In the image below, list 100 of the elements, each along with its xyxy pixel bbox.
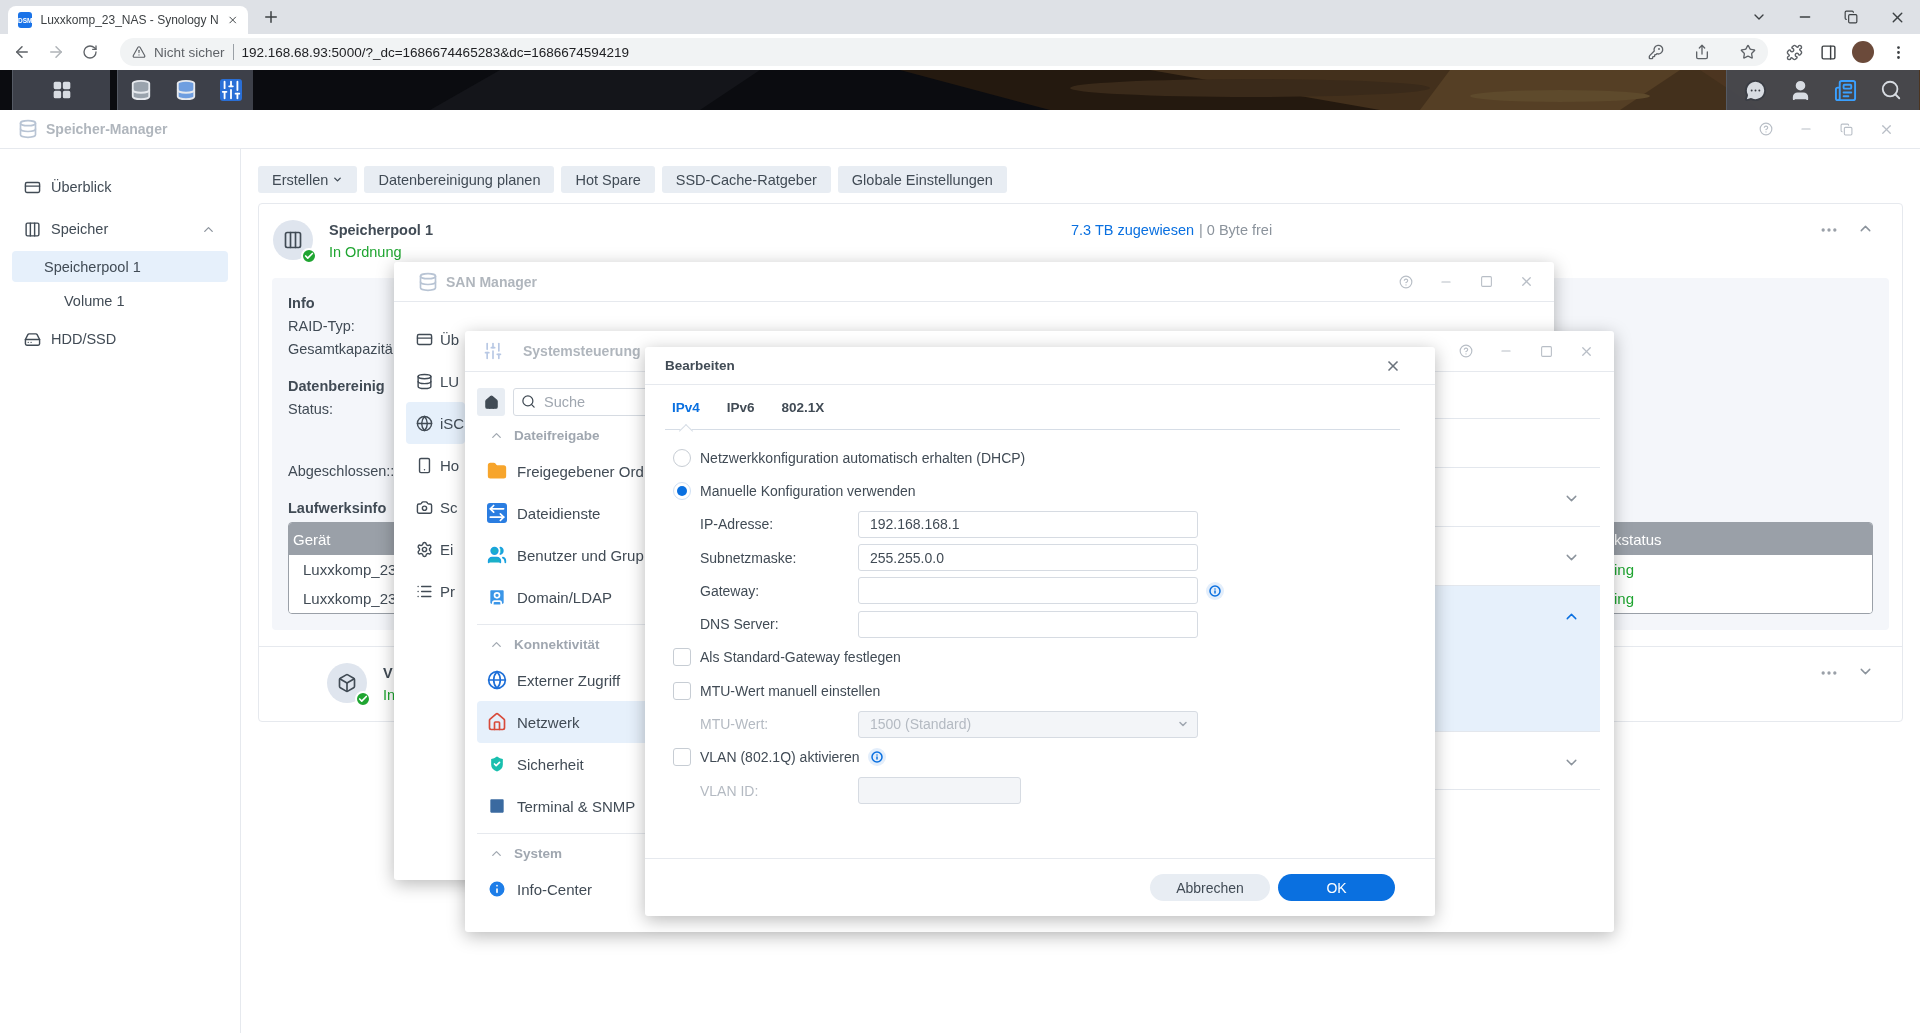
cancel-button[interactable]: Abbrechen (1150, 874, 1270, 901)
chat-icon[interactable] (1744, 78, 1767, 102)
widget-icon[interactable] (1834, 78, 1857, 102)
field-label: Gateway: (699, 582, 761, 599)
database-icon[interactable] (174, 79, 197, 101)
status-text: In (383, 687, 396, 703)
avatar[interactable] (1852, 41, 1874, 63)
maximize-icon[interactable] (1479, 275, 1493, 288)
checkbox[interactable] (673, 648, 691, 667)
home-button[interactable] (477, 388, 505, 416)
sidebar-item[interactable]: Überblick (12, 167, 228, 207)
field-label: MTU-Wert: (699, 716, 770, 732)
search-icon (521, 394, 536, 409)
table-cell: Luxxkomp_23 (303, 561, 397, 578)
reload-icon[interactable] (82, 44, 98, 60)
home-icon (483, 394, 499, 410)
help-icon[interactable] (1399, 274, 1413, 289)
back-icon[interactable] (13, 43, 31, 61)
house-icon (487, 712, 507, 732)
sidebar-item[interactable]: LU (406, 360, 465, 402)
database-icon (18, 119, 38, 139)
puzzle-icon[interactable] (1785, 43, 1803, 61)
status-text: In Ordnung (329, 244, 402, 260)
caret-icon (332, 174, 344, 185)
address-bar[interactable]: Nicht sicher 192.168.68.93:5000/?_dc=1686674465283&dc=1686674594219 (120, 38, 1768, 66)
check-badge-icon (301, 248, 317, 264)
toolbar-button[interactable]: Erstellen (258, 166, 358, 193)
sidebar-item[interactable]: Ho (406, 444, 465, 486)
sidebar-item[interactable]: Sc (406, 486, 465, 528)
search-icon[interactable] (1879, 79, 1902, 101)
column-header: Gerät (293, 530, 331, 548)
field-label: Subnetzmaske: (699, 549, 798, 566)
allocated-link[interactable]: 7.3 TB zugewiesen (1071, 222, 1195, 238)
field-label: IP-Adresse: (699, 516, 775, 533)
tab-title: Luxxkomp_23_NAS - Synology N (40, 13, 219, 27)
share-icon[interactable] (1694, 44, 1710, 60)
checkbox[interactable] (673, 681, 691, 700)
sidebar-item[interactable]: HDD/SSD (12, 319, 228, 359)
drive-icon (24, 330, 41, 348)
main-menu-icon[interactable] (51, 80, 72, 100)
sliders-icon[interactable] (219, 79, 242, 101)
globe-icon (416, 414, 433, 432)
radio-button[interactable] (673, 481, 691, 500)
group-heading: Konnektivität (514, 636, 600, 652)
option-label: VLAN (802.1Q) aktivieren (700, 749, 860, 766)
info-icon[interactable] (867, 748, 886, 767)
info-icon[interactable] (1206, 581, 1224, 600)
detail-label: Abgeschlossen:: (288, 462, 395, 481)
folder-icon (487, 461, 507, 481)
radio-button[interactable] (673, 448, 691, 467)
sidebar-item[interactable]: Ei (406, 528, 465, 570)
window-title: Speicher-Manager (46, 121, 168, 137)
restore-icon[interactable] (1844, 10, 1858, 24)
transfer-icon (487, 503, 507, 523)
checkbox[interactable] (673, 748, 691, 767)
warning-icon (132, 45, 146, 59)
sidebar-item[interactable]: Üb (406, 318, 465, 360)
sidebar-item[interactable]: Speicherpool 1 (12, 251, 228, 282)
star-icon[interactable] (1740, 44, 1756, 60)
toolbar-button[interactable]: Datenbereinigung planen (364, 166, 555, 193)
field-label: VLAN ID: (699, 782, 760, 799)
option-label: Netzwerkkonfiguration automatisch erhalten (DHCP) (700, 449, 1026, 466)
close-icon[interactable] (226, 13, 238, 27)
option-label: MTU-Wert manuell einstellen (700, 682, 881, 699)
section-heading: Laufwerksinfo (288, 499, 387, 518)
toolbar-button[interactable]: Hot Spare (561, 166, 655, 193)
tab[interactable]: 802.1X (776, 384, 837, 430)
forward-icon[interactable] (47, 43, 65, 61)
input-field[interactable]: 192.168.168.1 (858, 510, 1198, 538)
input-field[interactable] (858, 610, 1198, 638)
help-icon[interactable] (1759, 122, 1773, 136)
ok-button[interactable]: OK (1278, 874, 1395, 901)
security-label: Nicht sicher (154, 44, 225, 60)
pool-name: Speicherpool 1 (329, 222, 433, 238)
volume-icon (327, 663, 367, 703)
sliders-icon (483, 341, 503, 361)
tab[interactable]: IPv6 (721, 384, 767, 430)
table-cell: ing (1614, 561, 1635, 578)
input-field[interactable]: 255.255.0.0 (858, 544, 1198, 572)
group-heading: System (514, 845, 563, 861)
sidebar-item[interactable]: Volume 1 (12, 285, 228, 316)
toolbar-button[interactable]: SSD-Cache-Ratgeber (661, 166, 831, 193)
sidebar-item[interactable]: Pr (406, 570, 465, 612)
new-tab-icon[interactable] (262, 8, 280, 26)
option-label: Als Standard-Gateway festlegen (700, 649, 901, 666)
key-icon[interactable] (1648, 44, 1664, 60)
sidebar-item[interactable]: Speicher (12, 209, 228, 249)
database-icon[interactable] (129, 79, 152, 101)
sidebar-item[interactable]: iSC (406, 402, 465, 444)
input-field[interactable] (858, 577, 1198, 605)
camera-icon (416, 498, 433, 516)
dialog-title: Bearbeiten (665, 358, 735, 373)
help-icon[interactable] (1459, 344, 1473, 358)
maximize-icon[interactable] (1539, 344, 1553, 358)
pool-icon (273, 220, 313, 260)
side-panel-icon[interactable] (1819, 43, 1837, 61)
url-text: 192.168.68.93:5000/?_dc=1686674465283&dc=1686674594219 (241, 44, 630, 60)
toolbar-button[interactable]: Globale Einstellungen (837, 166, 1007, 193)
group-heading: Dateifreigabe (514, 427, 600, 443)
globe-icon (487, 670, 507, 690)
